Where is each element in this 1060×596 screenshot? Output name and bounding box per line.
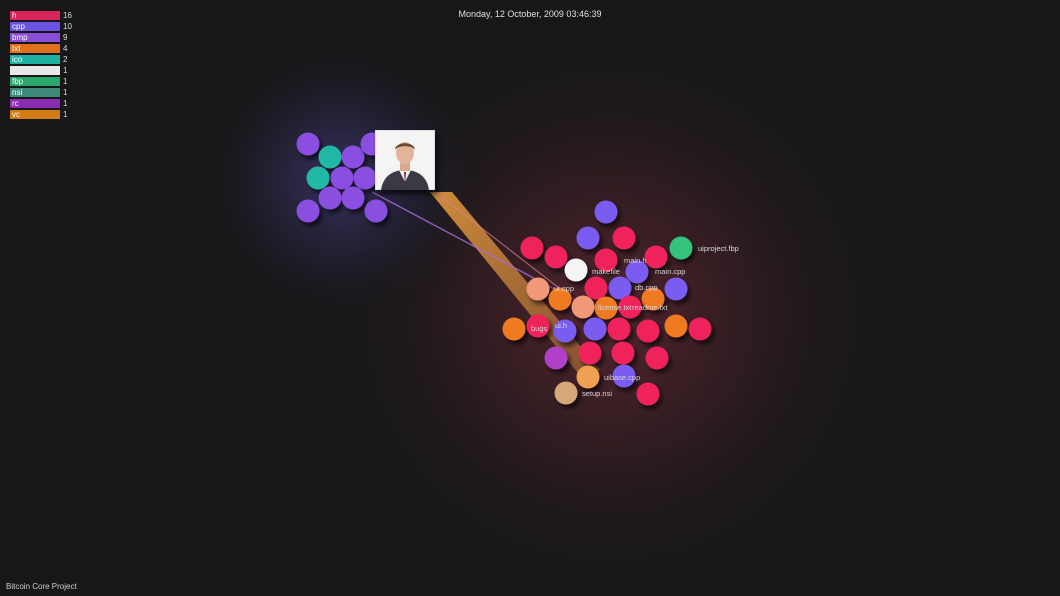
file-node-h[interactable] bbox=[612, 226, 636, 250]
file-type-legend: h 16 cpp 10 bmp 9 txt 4 ico 2 1 fbp 1 nsi 1 rc 1 vc 1 bbox=[10, 10, 100, 120]
legend-row: nsi 1 bbox=[10, 87, 100, 98]
project-title: Bitcoin Core Project bbox=[6, 582, 77, 591]
file-node-ico[interactable] bbox=[318, 145, 342, 169]
file-label: ui.h bbox=[555, 321, 567, 330]
legend-row: bmp 9 bbox=[10, 32, 100, 43]
legend-extension: ico bbox=[12, 55, 23, 64]
legend-row: fbp 1 bbox=[10, 76, 100, 87]
file-label: bugs bbox=[531, 324, 548, 333]
file-label: uiproject.fbp bbox=[698, 244, 739, 253]
file-node-cpp[interactable] bbox=[583, 317, 607, 341]
legend-row: vc 1 bbox=[10, 109, 100, 120]
file-node-txt[interactable] bbox=[664, 314, 688, 338]
file-node-none[interactable] bbox=[564, 258, 588, 282]
file-node-cpp[interactable] bbox=[594, 200, 618, 224]
file-node-bmp[interactable] bbox=[318, 186, 342, 210]
file-node-h[interactable] bbox=[688, 317, 712, 341]
file-node-h[interactable] bbox=[645, 346, 669, 370]
legend-color-swatch bbox=[10, 66, 60, 75]
legend-extension: vc bbox=[12, 110, 20, 119]
file-label: license.txt bbox=[598, 303, 632, 312]
file-node-cpp[interactable] bbox=[664, 277, 688, 301]
file-node-h[interactable] bbox=[644, 245, 668, 269]
file-node-peach[interactable] bbox=[571, 295, 595, 319]
file-label: setup.nsi bbox=[582, 389, 612, 398]
legend-count: 9 bbox=[63, 33, 68, 42]
legend-count: 4 bbox=[63, 44, 68, 53]
legend-row: txt 4 bbox=[10, 43, 100, 54]
file-node-bmp[interactable] bbox=[353, 166, 377, 190]
legend-extension: bmp bbox=[12, 33, 28, 42]
legend-row: ico 2 bbox=[10, 54, 100, 65]
file-node-vc[interactable] bbox=[576, 365, 600, 389]
file-node-h[interactable] bbox=[544, 245, 568, 269]
file-node-fbp[interactable] bbox=[669, 236, 693, 260]
file-node-cpp[interactable] bbox=[576, 226, 600, 250]
file-node-h[interactable] bbox=[584, 276, 608, 300]
file-label: main.h bbox=[624, 256, 647, 265]
legend-row: cpp 10 bbox=[10, 21, 100, 32]
file-node-h[interactable] bbox=[607, 317, 631, 341]
file-node-txt[interactable] bbox=[502, 317, 526, 341]
file-node-h[interactable] bbox=[611, 341, 635, 365]
legend-count: 10 bbox=[63, 22, 72, 31]
file-node-bmp[interactable] bbox=[341, 186, 365, 210]
file-label: ui.cpp bbox=[554, 284, 574, 293]
legend-count: 1 bbox=[63, 66, 68, 75]
legend-row: rc 1 bbox=[10, 98, 100, 109]
legend-count: 1 bbox=[63, 110, 68, 119]
legend-count: 1 bbox=[63, 77, 68, 86]
legend-extension: nsi bbox=[12, 88, 23, 97]
file-node-h[interactable] bbox=[520, 236, 544, 260]
file-label: uibase.cpp bbox=[604, 373, 640, 382]
legend-count: 16 bbox=[63, 11, 72, 20]
file-node-rc[interactable] bbox=[544, 346, 568, 370]
file-node-bmp[interactable] bbox=[364, 199, 388, 223]
file-node-h[interactable] bbox=[636, 319, 660, 343]
file-label: makefile bbox=[592, 267, 620, 276]
commit-date: Monday, 12 October, 2009 03:46:39 bbox=[458, 9, 602, 19]
file-node-bmp[interactable] bbox=[341, 145, 365, 169]
legend-extension: txt bbox=[12, 44, 21, 53]
legend-row: 1 bbox=[10, 65, 100, 76]
legend-extension: cpp bbox=[12, 22, 25, 31]
file-node-nsi[interactable] bbox=[554, 381, 578, 405]
legend-count: 1 bbox=[63, 99, 68, 108]
legend-color-swatch bbox=[10, 11, 60, 20]
file-node-bmp[interactable] bbox=[330, 166, 354, 190]
legend-extension: fbp bbox=[12, 77, 24, 86]
visualization-canvas[interactable]: uiproject.fbp main.h makefile main.cpp ui.cp… bbox=[0, 0, 1060, 596]
person-portrait-icon[interactable] bbox=[375, 130, 435, 190]
legend-count: 2 bbox=[63, 55, 68, 64]
legend-row: h 16 bbox=[10, 10, 100, 21]
file-node-h[interactable] bbox=[578, 341, 602, 365]
file-label: db.cpp bbox=[635, 283, 658, 292]
file-node-peach[interactable] bbox=[526, 277, 550, 301]
file-node-bmp[interactable] bbox=[296, 199, 320, 223]
legend-extension: rc bbox=[12, 99, 19, 108]
file-label: readme.txt bbox=[632, 303, 668, 312]
legend-count: 1 bbox=[63, 88, 68, 97]
legend-extension: h bbox=[12, 11, 17, 20]
file-label: main.cpp bbox=[655, 267, 685, 276]
file-node-bmp[interactable] bbox=[296, 132, 320, 156]
file-node-h[interactable] bbox=[636, 382, 660, 406]
file-node-ico[interactable] bbox=[306, 166, 330, 190]
